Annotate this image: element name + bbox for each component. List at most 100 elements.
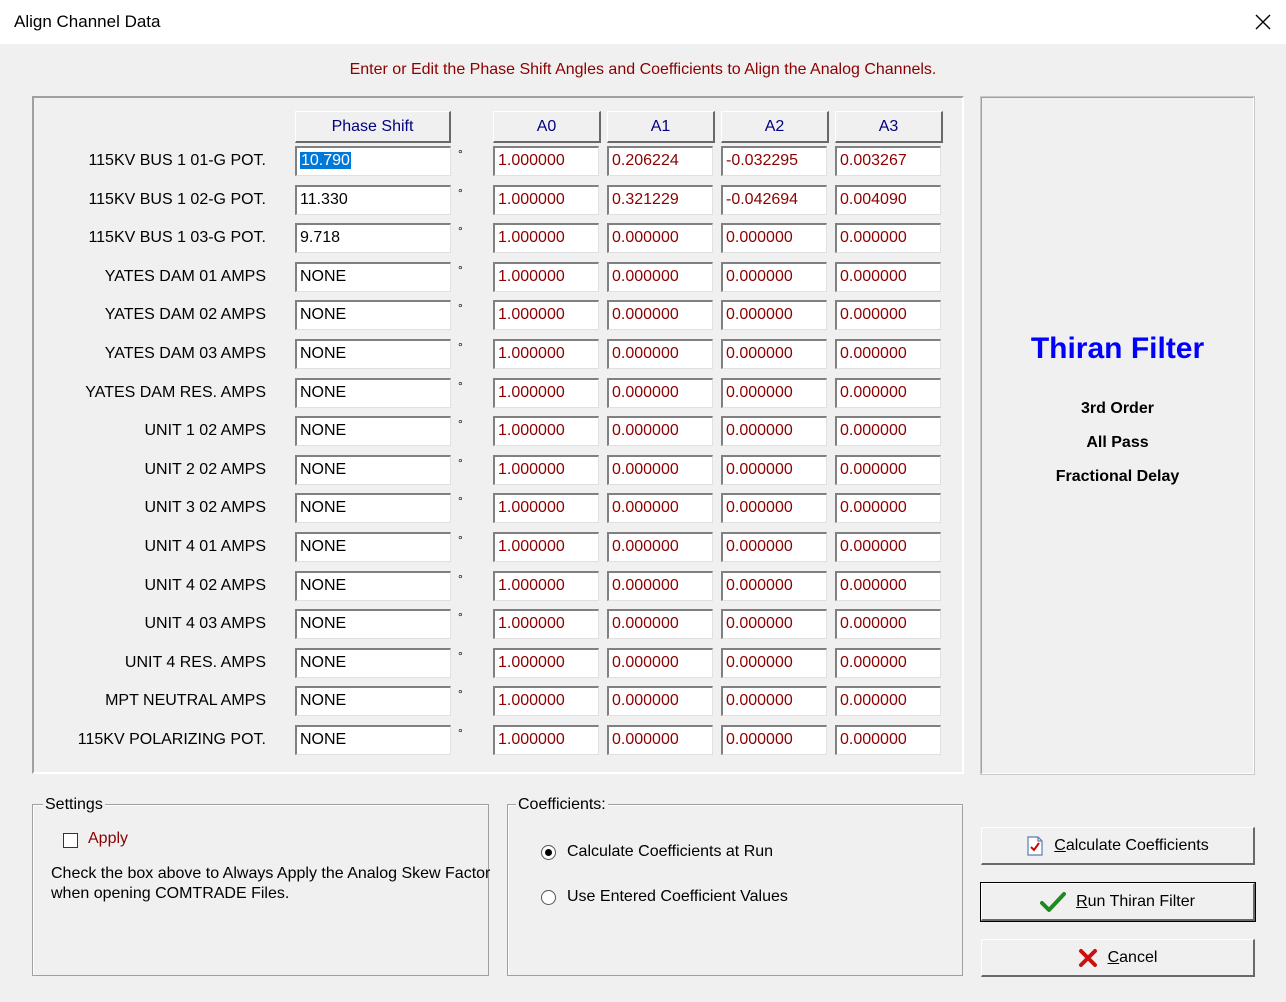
a3-field[interactable]: 0.000000	[835, 609, 941, 639]
a3-field[interactable]: 0.000000	[835, 725, 941, 755]
run-thiran-filter-button[interactable]: Run Thiran Filter	[980, 882, 1256, 922]
phase-shift-field[interactable]: NONE	[295, 455, 451, 485]
phase-shift-field[interactable]: NONE	[295, 648, 451, 678]
a3-field[interactable]: 0.003267	[835, 146, 941, 176]
a3-field[interactable]: 0.000000	[835, 648, 941, 678]
a0-field[interactable]: 1.000000	[493, 416, 599, 446]
phase-shift-field[interactable]: NONE	[295, 493, 451, 523]
a2-field[interactable]: 0.000000	[721, 648, 827, 678]
a2-field[interactable]: -0.042694	[721, 185, 827, 215]
phase-shift-header-button[interactable]: Phase Shift	[295, 111, 451, 143]
phase-shift-field[interactable]: 9.718	[295, 223, 451, 253]
phase-shift-field[interactable]: NONE	[295, 300, 451, 330]
a3-field[interactable]: 0.000000	[835, 416, 941, 446]
a1-field[interactable]: 0.321229	[607, 185, 713, 215]
a1-field[interactable]: 0.000000	[607, 609, 713, 639]
a1-field[interactable]: 0.000000	[607, 571, 713, 601]
a3-field[interactable]: 0.000000	[835, 339, 941, 369]
phase-shift-value: 9.718	[300, 229, 341, 246]
radio-calculate-at-run[interactable]	[541, 845, 556, 860]
a0-field[interactable]: 1.000000	[493, 185, 599, 215]
a2-field[interactable]: 0.000000	[721, 725, 827, 755]
a3-field[interactable]: 0.000000	[835, 686, 941, 716]
radio-use-entered[interactable]	[541, 890, 556, 905]
a1-field[interactable]: 0.000000	[607, 686, 713, 716]
a3-field[interactable]: 0.000000	[835, 378, 941, 408]
a0-field[interactable]: 1.000000	[493, 146, 599, 176]
a3-field[interactable]: 0.000000	[835, 455, 941, 485]
a0-field[interactable]: 1.000000	[493, 300, 599, 330]
calculate-coefficients-button[interactable]: Calculate Coefficients	[981, 827, 1255, 865]
a0-field[interactable]: 1.000000	[493, 532, 599, 562]
a2-field[interactable]: 0.000000	[721, 262, 827, 292]
a0-field[interactable]: 1.000000	[493, 493, 599, 523]
phase-shift-field[interactable]: 10.790	[295, 146, 451, 176]
apply-checkbox[interactable]	[63, 833, 78, 848]
a1-field[interactable]: 0.000000	[607, 339, 713, 369]
a1-field[interactable]: 0.206224	[607, 146, 713, 176]
a0-field[interactable]: 1.000000	[493, 223, 599, 253]
phase-shift-field[interactable]: NONE	[295, 378, 451, 408]
a1-field[interactable]: 0.000000	[607, 416, 713, 446]
phase-shift-field[interactable]: NONE	[295, 609, 451, 639]
a2-field[interactable]: 0.000000	[721, 686, 827, 716]
a3-field[interactable]: 0.000000	[835, 300, 941, 330]
a2-field[interactable]: 0.000000	[721, 339, 827, 369]
a2-field[interactable]: 0.000000	[721, 300, 827, 330]
a2-field[interactable]: 0.000000	[721, 416, 827, 446]
radio-selected-dot	[545, 849, 552, 856]
a3-field[interactable]: 0.000000	[835, 262, 941, 292]
phase-shift-value: NONE	[300, 731, 347, 748]
phase-shift-field[interactable]: NONE	[295, 725, 451, 755]
phase-shift-field[interactable]: 11.330	[295, 185, 451, 215]
phase-shift-field[interactable]: NONE	[295, 339, 451, 369]
a0-field[interactable]: 1.000000	[493, 262, 599, 292]
a2-field[interactable]: 0.000000	[721, 455, 827, 485]
a3-header-button[interactable]: A3	[835, 111, 943, 143]
a0-field[interactable]: 1.000000	[493, 378, 599, 408]
a1-field[interactable]: 0.000000	[607, 300, 713, 330]
radio-entered-label[interactable]: Use Entered Coefficient Values	[567, 888, 788, 906]
a3-field[interactable]: 0.000000	[835, 532, 941, 562]
a0-field[interactable]: 1.000000	[493, 339, 599, 369]
close-button[interactable]	[1240, 0, 1286, 44]
a3-field[interactable]: 0.000000	[835, 493, 941, 523]
a0-field[interactable]: 1.000000	[493, 455, 599, 485]
a1-field[interactable]: 0.000000	[607, 725, 713, 755]
a3-field[interactable]: 0.000000	[835, 223, 941, 253]
a1-field[interactable]: 0.000000	[607, 493, 713, 523]
degree-symbol: °	[458, 417, 463, 431]
a1-field[interactable]: 0.000000	[607, 532, 713, 562]
a2-field[interactable]: -0.032295	[721, 146, 827, 176]
radio-calculate-label[interactable]: Calculate Coefficients at Run	[567, 843, 773, 861]
a0-field[interactable]: 1.000000	[493, 686, 599, 716]
a1-field[interactable]: 0.000000	[607, 262, 713, 292]
phase-shift-field[interactable]: NONE	[295, 532, 451, 562]
phase-shift-field[interactable]: NONE	[295, 416, 451, 446]
a0-field[interactable]: 1.000000	[493, 609, 599, 639]
phase-shift-value: NONE	[300, 422, 347, 439]
a1-header-button[interactable]: A1	[607, 111, 715, 143]
a2-field[interactable]: 0.000000	[721, 493, 827, 523]
phase-shift-field[interactable]: NONE	[295, 262, 451, 292]
apply-label[interactable]: Apply	[88, 830, 128, 848]
a2-field[interactable]: 0.000000	[721, 532, 827, 562]
a2-field[interactable]: 0.000000	[721, 378, 827, 408]
a0-field[interactable]: 1.000000	[493, 571, 599, 601]
a0-header-button[interactable]: A0	[493, 111, 601, 143]
a2-header-button[interactable]: A2	[721, 111, 829, 143]
a3-field[interactable]: 0.004090	[835, 185, 941, 215]
a3-field[interactable]: 0.000000	[835, 571, 941, 601]
a1-field[interactable]: 0.000000	[607, 648, 713, 678]
phase-shift-field[interactable]: NONE	[295, 571, 451, 601]
a2-field[interactable]: 0.000000	[721, 609, 827, 639]
cancel-button[interactable]: Cancel	[981, 939, 1255, 977]
a0-field[interactable]: 1.000000	[493, 725, 599, 755]
a2-field[interactable]: 0.000000	[721, 223, 827, 253]
a1-field[interactable]: 0.000000	[607, 223, 713, 253]
a2-field[interactable]: 0.000000	[721, 571, 827, 601]
a1-field[interactable]: 0.000000	[607, 378, 713, 408]
a0-field[interactable]: 1.000000	[493, 648, 599, 678]
phase-shift-field[interactable]: NONE	[295, 686, 451, 716]
a1-field[interactable]: 0.000000	[607, 455, 713, 485]
